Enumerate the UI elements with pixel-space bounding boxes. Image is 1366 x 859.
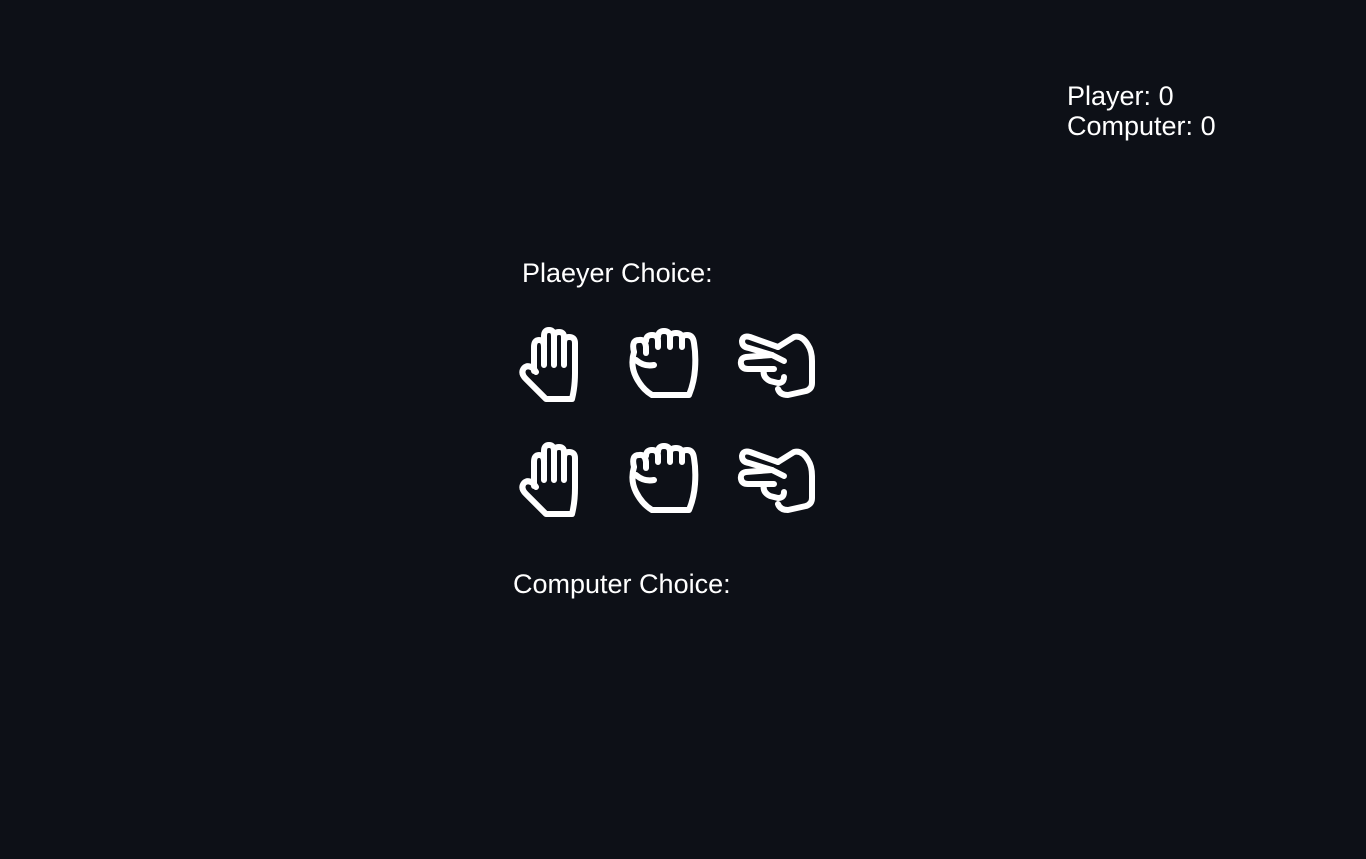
- player-score-value: 0: [1158, 81, 1174, 111]
- player-scissors-button[interactable]: [736, 325, 816, 405]
- hand-rock-icon: [629, 443, 699, 513]
- computer-choice-options: [514, 440, 824, 520]
- player-choice-options: [514, 325, 824, 405]
- computer-score-value: 0: [1200, 111, 1216, 141]
- computer-rock-button[interactable]: [624, 440, 704, 520]
- hand-paper-icon: [519, 327, 578, 402]
- computer-choice-label: Computer Choice:: [513, 569, 731, 599]
- hand-scissors-icon: [737, 333, 815, 398]
- player-choice-label: Plaeyer Choice:: [522, 258, 713, 288]
- player-rock-button[interactable]: [624, 325, 704, 405]
- player-score-line: Player: 0: [1067, 81, 1216, 111]
- hand-paper-icon: [519, 442, 578, 517]
- computer-paper-button[interactable]: [514, 440, 594, 520]
- hand-rock-icon: [629, 328, 699, 398]
- scoreboard: Player: 0 Computer: 0: [1067, 81, 1216, 141]
- hand-scissors-icon: [737, 448, 815, 513]
- player-score-label: Player:: [1067, 81, 1152, 111]
- computer-score-line: Computer: 0: [1067, 111, 1216, 141]
- player-paper-button[interactable]: [514, 325, 594, 405]
- computer-score-label: Computer:: [1067, 111, 1194, 141]
- computer-scissors-button[interactable]: [736, 440, 816, 520]
